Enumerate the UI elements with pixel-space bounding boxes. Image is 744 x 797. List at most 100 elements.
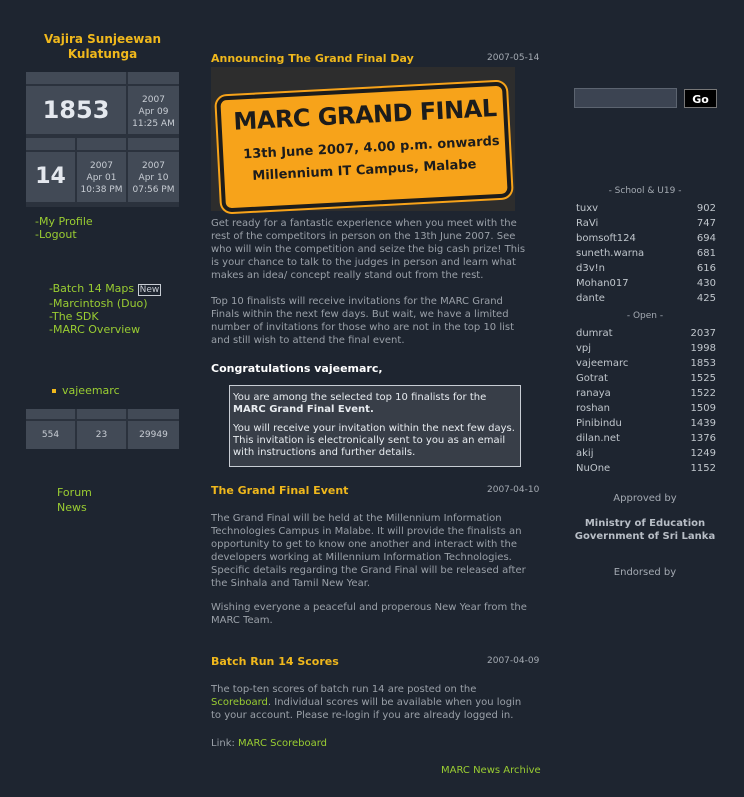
player-name[interactable]: NuOne — [576, 463, 610, 474]
player-name[interactable]: Pinibindu — [576, 418, 622, 429]
player-score: 1439 — [690, 418, 716, 429]
ranking-row[interactable]: akij 1249 — [576, 448, 716, 463]
player-score: 430 — [696, 278, 716, 289]
player-name[interactable]: vpj — [576, 343, 591, 354]
ranking-row[interactable]: Gotrat 1525 — [576, 373, 716, 388]
post-date: 2007-04-09 — [487, 656, 540, 666]
forum-link[interactable]: Forum — [57, 486, 92, 499]
site-stats-panel: 554 23 29949 — [26, 409, 179, 449]
post-title: The Grand Final Event — [211, 484, 349, 497]
ranking-row[interactable]: d3v!n 616 — [576, 263, 716, 278]
go-button[interactable]: Go — [684, 89, 717, 108]
player-name[interactable]: vajeemarc — [576, 358, 628, 369]
player-score: 1522 — [690, 388, 716, 399]
rank-date: 2007 Apr 09 11:25 AM — [128, 86, 179, 134]
player-name[interactable]: ranaya — [576, 388, 611, 399]
post-title: Announcing The Grand Final Day — [211, 52, 414, 65]
ranking-row[interactable]: vajeemarc 1853 — [576, 358, 716, 373]
ranking-row[interactable]: RaVi 747 — [576, 218, 716, 233]
grand-final-banner: MARC GRAND FINAL 13th June 2007, 4.00 p.… — [211, 67, 515, 213]
stat-3: 29949 — [128, 421, 179, 449]
my-profile-link[interactable]: My Profile — [39, 215, 93, 228]
player-score: 1249 — [690, 448, 716, 459]
finalist-notice: You are among the selected top 10 finali… — [229, 385, 521, 467]
player-name[interactable]: Gotrat — [576, 373, 608, 384]
user-name: Vajira Sunjeewan Kulatunga — [26, 32, 179, 62]
ranking-row[interactable]: NuOne 1152 — [576, 463, 716, 478]
post-paragraph: Get ready for a fantastic experience whe… — [211, 218, 526, 281]
ranking-row[interactable]: bomsoft124 694 — [576, 233, 716, 248]
date-b: 2007 Apr 10 07:56 PM — [128, 152, 179, 202]
post-title: Batch Run 14 Scores — [211, 655, 339, 668]
player-name[interactable]: d3v!n — [576, 263, 605, 274]
search-input[interactable] — [574, 88, 677, 108]
marc-scoreboard-link[interactable]: MARC Scoreboard — [238, 738, 327, 749]
marcintosh-link[interactable]: Marcintosh (Duo) — [53, 297, 148, 310]
post-paragraph: Top 10 finalists will receive invitation… — [211, 296, 515, 346]
player-score: 1376 — [690, 433, 716, 444]
banner-title: MARC GRAND FINAL — [232, 94, 498, 136]
logout-link[interactable]: Logout — [39, 228, 77, 241]
rank-value: 1853 — [26, 86, 126, 134]
ranking-row[interactable]: suneth.warna 681 — [576, 248, 716, 263]
ranking-row[interactable]: ranaya 1522 — [576, 388, 716, 403]
online-users: vajeemarc — [52, 384, 120, 397]
account-menu: -My Profile -Logout — [35, 215, 93, 241]
notice-line: You are among the selected top 10 finali… — [233, 392, 487, 403]
player-score: 902 — [696, 203, 716, 214]
player-score: 1525 — [690, 373, 716, 384]
player-name[interactable]: dilan.net — [576, 433, 620, 444]
ranking-row[interactable]: dante 425 — [576, 293, 716, 308]
player-name[interactable]: suneth.warna — [576, 248, 644, 259]
player-score: 1509 — [690, 403, 716, 414]
scoreboard-link[interactable]: Scoreboard — [211, 697, 268, 708]
date-a: 2007 Apr 01 10:38 PM — [77, 152, 126, 202]
player-name[interactable]: bomsoft124 — [576, 233, 636, 244]
ranking-row[interactable]: roshan 1509 — [576, 403, 716, 418]
notice-event: MARC Grand Final Event — [233, 404, 370, 415]
bottom-links: Forum News — [57, 485, 92, 515]
ranking-row[interactable]: tuxv 902 — [576, 203, 716, 218]
player-name[interactable]: RaVi — [576, 218, 598, 229]
player-name[interactable]: dante — [576, 293, 605, 304]
user-name-line1: Vajira Sunjeewan — [44, 32, 161, 46]
scoreboard-link-line: Link: MARC Scoreboard — [211, 738, 327, 749]
ranking-row[interactable]: vpj 1998 — [576, 343, 716, 358]
post-paragraph: The top-ten scores of batch run 14 are p… — [211, 684, 522, 721]
school-heading: - School & U19 - — [608, 186, 682, 196]
player-name[interactable]: Mohan017 — [576, 278, 629, 289]
stat-2: 23 — [77, 421, 126, 449]
post-paragraph: The Grand Final will be held at the Mill… — [211, 513, 526, 589]
user-name-line2: Kulatunga — [67, 47, 138, 61]
ranking-row[interactable]: Pinibindu 1439 — [576, 418, 716, 433]
player-score: 2037 — [690, 328, 716, 339]
congrats-heading: Congratulations vajeemarc, — [211, 362, 383, 375]
news-link[interactable]: News — [57, 501, 87, 514]
post-date: 2007-04-10 — [487, 485, 540, 495]
batch-count: 14 — [26, 152, 75, 202]
online-user-link[interactable]: vajeemarc — [62, 384, 120, 397]
stat-1: 554 — [26, 421, 75, 449]
ranking-row[interactable]: dumrat 2037 — [576, 328, 716, 343]
player-score: 681 — [696, 248, 716, 259]
endorsed-by: Endorsed by — [613, 567, 677, 578]
bullet-icon — [52, 389, 56, 393]
batch-maps-link[interactable]: Batch 14 Maps — [53, 282, 135, 295]
player-name[interactable]: tuxv — [576, 203, 598, 214]
ranking-row[interactable]: dilan.net 1376 — [576, 433, 716, 448]
overview-link[interactable]: MARC Overview — [53, 323, 140, 336]
player-score: 1998 — [690, 343, 716, 354]
approved-by: Approved by — [613, 493, 677, 504]
notice-line: You will receive your invitation within … — [233, 423, 515, 458]
player-score: 694 — [696, 233, 716, 244]
post-paragraph: Wishing everyone a peaceful and properou… — [211, 602, 527, 626]
player-name[interactable]: akij — [576, 448, 593, 459]
player-score: 1853 — [690, 358, 716, 369]
news-archive-link[interactable]: MARC News Archive — [441, 765, 541, 776]
sdk-link[interactable]: The SDK — [52, 310, 99, 323]
ranking-row[interactable]: Mohan017 430 — [576, 278, 716, 293]
player-score: 425 — [696, 293, 716, 304]
new-badge: New — [137, 284, 162, 296]
player-name[interactable]: roshan — [576, 403, 610, 414]
player-name[interactable]: dumrat — [576, 328, 613, 339]
